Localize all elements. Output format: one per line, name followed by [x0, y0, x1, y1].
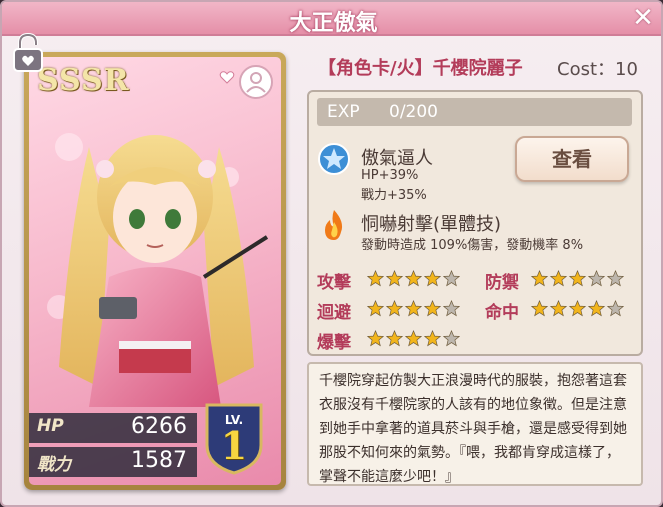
star-badge-icon: [318, 143, 350, 175]
evasion-stars: [367, 300, 460, 317]
star-filled-icon: [386, 300, 403, 317]
star-filled-icon: [405, 300, 422, 317]
exp-label: EXP: [327, 102, 360, 122]
skill1-effect-power: 戰力+35%: [361, 188, 427, 203]
window-title: 大正傲氣: [289, 11, 378, 36]
critical-stars: [367, 330, 460, 347]
hp-stat: HP 6266: [29, 413, 197, 443]
person-icon: [246, 72, 266, 93]
hp-value: 6266: [131, 414, 187, 439]
title-bar: 大正傲氣 ✕: [2, 2, 661, 36]
star-filled-icon: [424, 270, 441, 287]
avatar-button[interactable]: [239, 65, 273, 99]
star-empty-icon: [607, 270, 624, 287]
hp-label: HP: [37, 416, 64, 436]
star-empty-icon: [443, 300, 460, 317]
level-badge: LV. 1: [199, 401, 269, 475]
character-card: SSSR HP 6266 戰力 1587 LV. 1: [24, 52, 286, 490]
attr-label-critical: 爆擊: [317, 333, 351, 353]
defense-stars: [531, 270, 624, 287]
attr-label-attack: 攻擊: [317, 273, 351, 293]
attr-label-accuracy: 命中: [485, 303, 519, 323]
close-icon[interactable]: ✕: [631, 5, 655, 31]
exp-value: 0/200: [389, 102, 438, 122]
star-empty-icon: [588, 270, 605, 287]
star-filled-icon: [550, 300, 567, 317]
lock-icon[interactable]: [8, 32, 48, 74]
star-filled-icon: [405, 270, 422, 287]
accuracy-stars: [531, 300, 624, 317]
star-filled-icon: [569, 300, 586, 317]
star-filled-icon: [550, 270, 567, 287]
card-detail-window: 大正傲氣 ✕ SSSR HP 6266 戰力 1587 LV. 1 【角色卡/火…: [0, 0, 663, 507]
power-stat: 戰力 1587: [29, 447, 197, 477]
card-name: 【角色卡/火】千櫻院麗子: [318, 58, 523, 79]
star-filled-icon: [367, 330, 384, 347]
star-filled-icon: [531, 270, 548, 287]
star-filled-icon: [424, 330, 441, 347]
skill1-effect-hp: HP+39%: [361, 168, 419, 183]
card-cost: Cost：10: [557, 59, 638, 80]
star-empty-icon: [607, 300, 624, 317]
skill2-desc: 發動時造成 109%傷害，發動機率 8%: [361, 238, 584, 253]
star-filled-icon: [569, 270, 586, 287]
info-panel: EXP 0/200 傲氣逼人 HP+39% 戰力+35% 查看 恫嚇射擊(單體技…: [307, 90, 643, 356]
attr-label-evasion: 迴避: [317, 303, 351, 323]
exp-bar: EXP 0/200: [317, 98, 632, 126]
card-art: SSSR HP 6266 戰力 1587 LV. 1: [29, 57, 281, 485]
attr-label-defense: 防禦: [485, 273, 519, 293]
skill1-name: 傲氣逼人: [361, 148, 433, 169]
power-value: 1587: [131, 448, 187, 473]
rarity-badge: SSSR: [37, 63, 130, 98]
star-filled-icon: [424, 300, 441, 317]
star-filled-icon: [386, 270, 403, 287]
character-portrait: [47, 133, 269, 407]
star-empty-icon: [443, 270, 460, 287]
attack-stars: [367, 270, 460, 287]
star-filled-icon: [367, 300, 384, 317]
level-value: 1: [220, 423, 248, 468]
card-description: 千櫻院穿起仿製大正浪漫時代的服裝，抱怨著這套衣服沒有千櫻院家的人該有的地位象徵。…: [307, 362, 643, 486]
star-filled-icon: [367, 270, 384, 287]
star-filled-icon: [405, 330, 422, 347]
heart-icon[interactable]: [219, 69, 235, 85]
power-label: 戰力: [37, 455, 71, 475]
star-filled-icon: [386, 330, 403, 347]
star-empty-icon: [443, 330, 460, 347]
star-filled-icon: [588, 300, 605, 317]
skill2-name: 恫嚇射擊(單體技): [361, 214, 502, 235]
star-filled-icon: [531, 300, 548, 317]
flame-icon: [325, 210, 343, 240]
view-button[interactable]: 查看: [515, 136, 629, 182]
